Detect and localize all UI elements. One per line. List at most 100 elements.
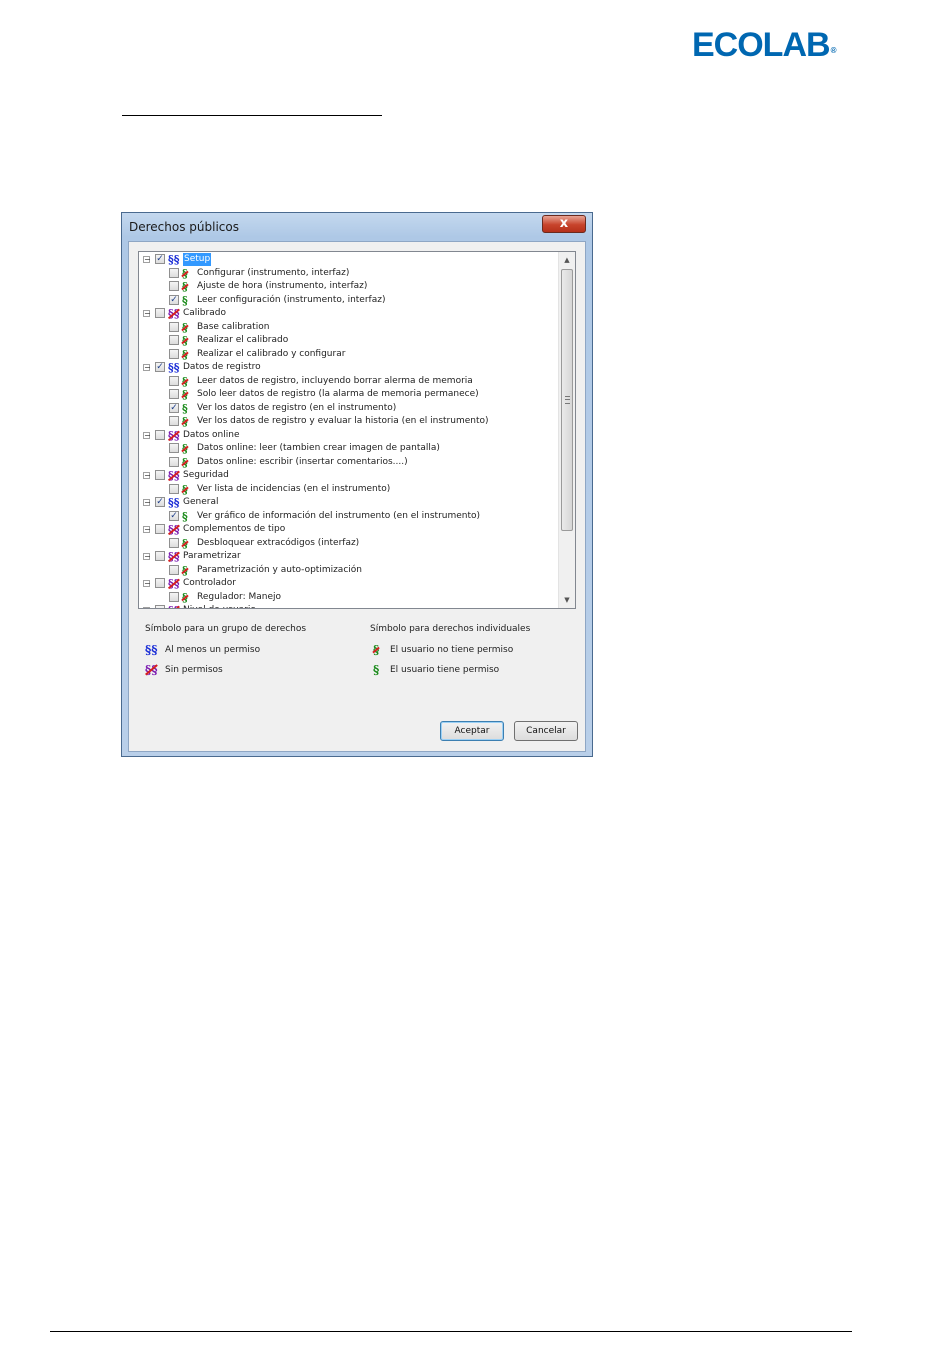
tree-item-row[interactable]: § Base calibration (139, 321, 559, 335)
individual-no-permission-icon: § (182, 482, 188, 496)
tree-item-row[interactable]: § Datos online: escribir (insertar coment… (139, 456, 559, 470)
permission-checkbox[interactable]: ✓ (155, 254, 165, 264)
tree-item-label: Regulador: Manejo (197, 591, 282, 602)
permission-checkbox[interactable] (169, 281, 179, 291)
permission-checkbox[interactable] (155, 524, 165, 534)
tree-item-row[interactable]: § Desbloquear extracódigos (interfaz) (139, 537, 559, 551)
individual-no-permission-icon: § (182, 266, 188, 280)
permission-checkbox[interactable] (169, 537, 179, 548)
collapse-toggle-icon[interactable]: − (143, 256, 151, 264)
tree-group-row[interactable]: − §§ Datos online (139, 429, 559, 443)
tree-group-row[interactable]: − §§ Parametrizar (139, 550, 559, 564)
collapse-toggle-icon[interactable]: − (143, 364, 151, 372)
group-partial-permission-icon: §§ (168, 496, 180, 509)
tree-scrollbar[interactable]: ▲ ▼ (558, 252, 575, 608)
permission-checkbox[interactable] (155, 470, 165, 480)
permission-checkbox[interactable]: ✓ (169, 294, 179, 305)
tree-item-label: Ver los datos de registro (en el instrum… (197, 402, 397, 413)
individual-no-permission-icon: § (373, 643, 380, 657)
tree-group-row[interactable]: − §§ Calibrado (139, 307, 559, 321)
tree-item-row[interactable]: § Ver lista de incidencias (en el instrum… (139, 483, 559, 497)
group-no-permission-icon: §§ (145, 663, 158, 677)
scroll-up-arrow-icon[interactable]: ▲ (559, 252, 575, 268)
group-no-permission-icon: §§ (168, 604, 180, 608)
legend-individual-heading: Símbolo para derechos individuales (370, 624, 531, 634)
permission-checkbox[interactable] (155, 551, 165, 561)
permission-checkbox[interactable] (169, 389, 179, 399)
legend-individual-yes-label: El usuario tiene permiso (390, 665, 500, 675)
collapse-toggle-icon[interactable]: − (143, 310, 151, 318)
permission-checkbox[interactable]: ✓ (169, 402, 179, 413)
individual-permission-icon: § (182, 401, 188, 415)
tree-item-label: Leer configuración (instrumento, interfa… (197, 294, 386, 305)
tree-item-row[interactable]: § Ver los datos de registro y evaluar la … (139, 415, 559, 429)
tree-item-row[interactable]: ✓ § Ver los datos de registro (en el instr… (139, 402, 559, 416)
tree-item-label: Leer datos de registro, incluyendo borra… (197, 375, 473, 386)
collapse-toggle-icon[interactable]: − (143, 472, 151, 480)
tree-item-row[interactable]: ✓ § Ver gráfico de información del instrum… (139, 510, 559, 524)
tree-group-row[interactable]: − §§ Complementos de tipo (139, 523, 559, 537)
dialog-titlebar[interactable]: Derechos públicos x (122, 213, 592, 241)
individual-no-permission-icon: § (182, 442, 188, 455)
collapse-toggle-icon[interactable]: − (143, 526, 151, 534)
tree-item-row[interactable]: § Solo leer datos de registro (la alarma … (139, 388, 559, 402)
tree-item-row[interactable]: § Ajuste de hora (instrumento, interfaz) (139, 280, 559, 294)
tree-item-row[interactable]: § Datos online: leer (tambien crear image… (139, 442, 559, 456)
permission-checkbox[interactable] (155, 578, 165, 588)
permission-checkbox[interactable] (169, 375, 179, 386)
permission-checkbox[interactable] (169, 267, 179, 278)
permission-checkbox[interactable] (169, 456, 179, 467)
footer-rule (50, 1331, 852, 1332)
close-button[interactable]: x (542, 215, 586, 233)
collapse-toggle-icon[interactable]: − (143, 607, 151, 608)
scroll-thumb[interactable] (561, 269, 573, 531)
individual-permission-icon: § (182, 509, 188, 523)
group-partial-permission-icon: §§ (168, 361, 180, 374)
legend-individual-no: § El usuario no tiene permiso (373, 643, 513, 657)
tree-item-row[interactable]: § Configurar (instrumento, interfaz) (139, 267, 559, 281)
tree-group-label: General (183, 497, 219, 507)
individual-permission-icon: § (182, 293, 188, 307)
group-partial-permission-icon: §§ (145, 643, 158, 657)
permission-checkbox[interactable] (169, 443, 179, 453)
collapse-toggle-icon[interactable]: − (143, 580, 151, 588)
permission-checkbox[interactable] (169, 564, 179, 575)
tree-group-label: Calibrado (183, 308, 226, 318)
permission-checkbox[interactable] (169, 483, 179, 494)
tree-item-row[interactable]: § Leer datos de registro, incluyendo borr… (139, 375, 559, 389)
permission-checkbox[interactable]: ✓ (169, 510, 179, 521)
permission-checkbox[interactable] (155, 429, 165, 440)
tree-group-row[interactable]: − ✓ §§ Setup (139, 253, 559, 267)
permission-checkbox[interactable] (169, 335, 179, 345)
permission-checkbox[interactable]: ✓ (155, 497, 165, 507)
tree-item-label: Ajuste de hora (instrumento, interfaz) (197, 281, 368, 291)
ecolab-logo: ECOLAB® (692, 26, 836, 64)
permission-checkbox[interactable] (169, 348, 179, 359)
permission-checkbox[interactable] (155, 308, 165, 318)
scroll-down-arrow-icon[interactable]: ▼ (559, 592, 575, 608)
tree-item-row[interactable]: § Parametrización y auto-optimización (139, 564, 559, 578)
tree-group-row[interactable]: − §§ Controlador (139, 577, 559, 591)
collapse-toggle-icon[interactable]: − (143, 553, 151, 561)
tree-group-row[interactable]: − ✓ §§ General (139, 496, 559, 510)
tree-item-row[interactable]: § Realizar el calibrado (139, 334, 559, 348)
collapse-toggle-icon[interactable]: − (143, 431, 151, 439)
collapse-toggle-icon[interactable]: − (143, 499, 151, 507)
permission-checkbox[interactable] (169, 416, 179, 426)
tree-group-row[interactable]: − §§Nivel de usuario (139, 604, 559, 608)
tree-item-row[interactable]: ✓ § Leer configuración (instrumento, inter… (139, 294, 559, 308)
individual-no-permission-icon: § (182, 563, 188, 577)
tree-group-label: Nivel de usuario (183, 604, 256, 608)
permission-checkbox[interactable]: ✓ (155, 362, 165, 372)
tree-group-row[interactable]: − §§ Seguridad (139, 469, 559, 483)
permission-checkbox[interactable] (169, 321, 179, 332)
rights-tree[interactable]: − ✓ §§ Setup § Configurar (instrumento, inter… (138, 251, 576, 609)
permission-checkbox[interactable] (155, 605, 165, 608)
tree-item-row[interactable]: § Regulador: Manejo (139, 591, 559, 605)
cancel-button[interactable]: Cancelar (514, 721, 578, 741)
tree-item-row[interactable]: § Realizar el calibrado y configurar (139, 348, 559, 362)
tree-group-row[interactable]: − ✓ §§ Datos de registro (139, 361, 559, 375)
permission-checkbox[interactable] (169, 591, 179, 602)
accept-button[interactable]: Aceptar (440, 721, 504, 741)
legend-individual-yes: § El usuario tiene permiso (373, 663, 500, 677)
